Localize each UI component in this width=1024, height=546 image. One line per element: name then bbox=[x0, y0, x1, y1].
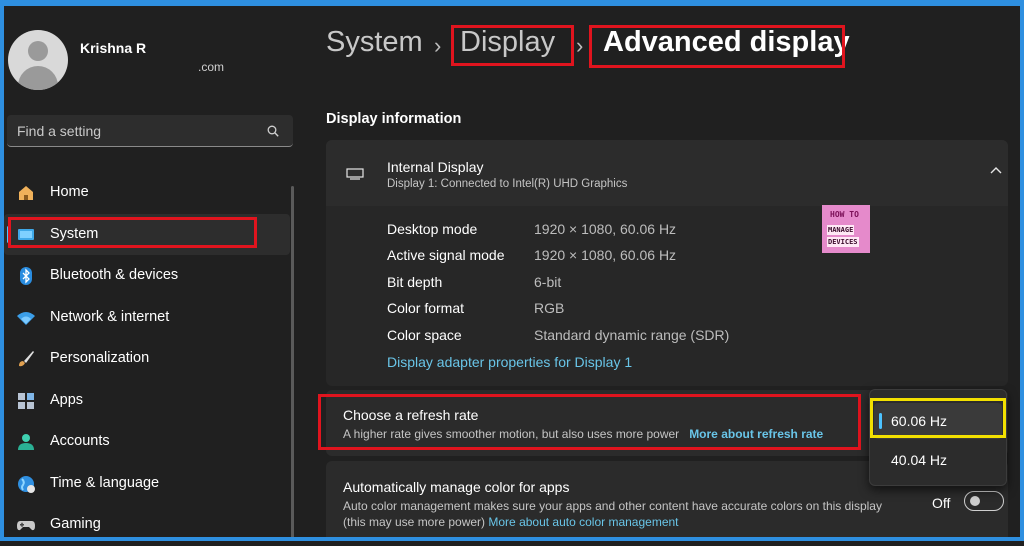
sidebar-item-label: Accounts bbox=[50, 433, 110, 449]
info-key: Color space bbox=[387, 327, 462, 343]
option-label: 60.06 Hz bbox=[891, 413, 948, 429]
sidebar-item-apps[interactable]: Apps bbox=[4, 380, 290, 422]
info-value: 6-bit bbox=[534, 274, 562, 290]
color-management-title: Automatically manage color for apps bbox=[343, 479, 570, 495]
logo-text: HOW TO bbox=[830, 210, 859, 219]
home-icon bbox=[19, 186, 33, 200]
refresh-rate-desc-text: A higher rate gives smoother motion, but… bbox=[343, 427, 680, 441]
sidebar-item-home[interactable]: Home bbox=[4, 172, 290, 214]
selection-indicator bbox=[7, 225, 10, 243]
display-adapter-link[interactable]: Display adapter properties for Display 1 bbox=[387, 354, 632, 370]
selection-indicator bbox=[879, 413, 882, 429]
display-info-card: Internal Display Display 1: Connected to… bbox=[326, 140, 1008, 386]
sidebar-item-gaming[interactable]: Gaming bbox=[4, 504, 290, 546]
sidebar-item-time-language[interactable]: Time & language bbox=[4, 463, 290, 505]
breadcrumb-separator: › bbox=[434, 33, 442, 58]
accounts-icon bbox=[18, 434, 34, 450]
gamepad-icon bbox=[17, 521, 35, 531]
globe-icon bbox=[18, 475, 35, 493]
toggle-knob bbox=[970, 496, 980, 506]
refresh-rate-title: Choose a refresh rate bbox=[343, 407, 479, 423]
user-email: .com bbox=[198, 60, 225, 74]
sidebar-item-label: Network & internet bbox=[50, 308, 170, 325]
info-key: Color format bbox=[387, 300, 465, 316]
info-value: RGB bbox=[534, 300, 565, 316]
info-value: Standard dynamic range (SDR) bbox=[534, 327, 730, 343]
info-key: Bit depth bbox=[387, 274, 443, 290]
sidebar-item-label: Gaming bbox=[50, 516, 101, 532]
sidebar-item-label: Personalization bbox=[50, 350, 150, 366]
breadcrumb-separator: › bbox=[576, 33, 584, 58]
chevron-up-icon[interactable] bbox=[990, 166, 1002, 174]
refresh-rate-link[interactable]: More about refresh rate bbox=[689, 427, 823, 441]
sidebar-item-network[interactable]: Network & internet bbox=[4, 297, 290, 339]
sidebar-item-label: System bbox=[50, 225, 99, 242]
display-name: Internal Display bbox=[387, 159, 484, 175]
refresh-rate-option[interactable]: 40.04 Hz bbox=[874, 442, 1002, 478]
color-management-link[interactable]: More about auto color management bbox=[488, 515, 678, 529]
search-placeholder: Find a setting bbox=[17, 123, 102, 139]
howto-logo: HOW TO MANAGE DEVICES bbox=[822, 205, 870, 253]
sidebar-item-bluetooth[interactable]: Bluetooth & devices bbox=[4, 255, 290, 297]
sidebar-item-personalization[interactable]: Personalization bbox=[4, 338, 290, 380]
search-box[interactable]: Find a setting bbox=[7, 115, 293, 147]
page-title: Advanced display bbox=[603, 26, 850, 58]
bluetooth-icon bbox=[20, 267, 32, 285]
info-key: Active signal mode bbox=[387, 247, 505, 263]
info-value: 1920 × 1080, 60.06 Hz bbox=[534, 221, 677, 237]
breadcrumb-display[interactable]: Display bbox=[460, 26, 555, 59]
sidebar-item-accounts[interactable]: Accounts bbox=[4, 421, 290, 463]
user-name: Krishna R bbox=[80, 40, 147, 56]
system-icon bbox=[18, 228, 34, 240]
refresh-rate-dropdown[interactable]: 60.06 Hz 40.04 Hz bbox=[869, 389, 1007, 486]
sidebar-item-label: Home bbox=[50, 184, 89, 200]
sidebar-nav: Home System Bluetooth & devices Network … bbox=[4, 172, 294, 546]
logo-text: DEVICES bbox=[827, 237, 859, 247]
brush-icon bbox=[19, 351, 34, 367]
wifi-icon bbox=[17, 311, 35, 325]
sidebar-item-label: Bluetooth & devices bbox=[50, 267, 179, 283]
toggle-state-label: Off bbox=[932, 495, 951, 511]
color-management-toggle[interactable] bbox=[964, 491, 1004, 511]
sidebar: Krishna R .com Find a setting Home Syste… bbox=[4, 6, 294, 541]
breadcrumb-system[interactable]: System bbox=[326, 26, 423, 59]
display-card-header[interactable]: Internal Display Display 1: Connected to… bbox=[326, 140, 1008, 206]
display-connection: Display 1: Connected to Intel(R) UHD Gra… bbox=[387, 178, 628, 190]
option-label: 40.04 Hz bbox=[891, 452, 948, 468]
logo-text: MANAGE bbox=[827, 225, 855, 235]
info-value: 1920 × 1080, 60.06 Hz bbox=[534, 247, 677, 263]
sidebar-item-label: Time & language bbox=[50, 474, 160, 491]
avatar[interactable] bbox=[8, 30, 68, 90]
refresh-rate-description: A higher rate gives smoother motion, but… bbox=[343, 427, 823, 441]
search-icon[interactable] bbox=[267, 125, 279, 137]
sidebar-item-label: Apps bbox=[50, 391, 84, 408]
color-management-description: Auto color management makes sure your ap… bbox=[343, 498, 883, 530]
sidebar-item-system[interactable]: System bbox=[4, 213, 290, 255]
refresh-rate-option-selected[interactable]: 60.06 Hz bbox=[874, 403, 1002, 439]
section-title: Display information bbox=[326, 111, 462, 127]
apps-icon bbox=[18, 392, 34, 409]
monitor-icon bbox=[346, 168, 364, 180]
info-key: Desktop mode bbox=[387, 221, 478, 237]
sidebar-scrollbar[interactable] bbox=[291, 186, 294, 541]
